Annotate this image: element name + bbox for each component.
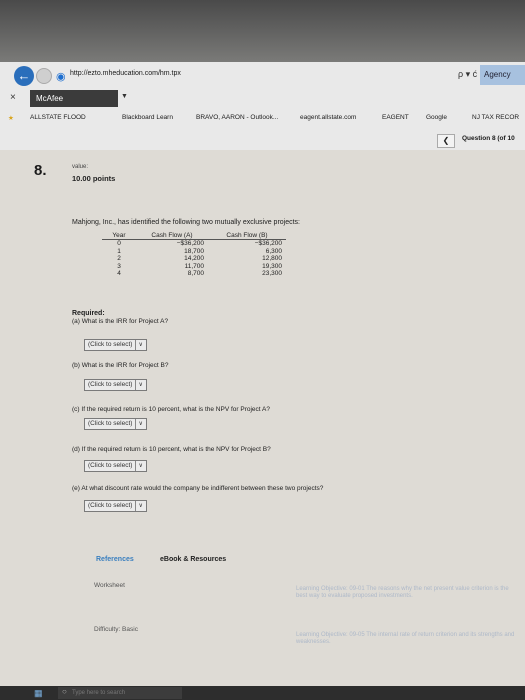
favorite-item[interactable]: NJ TAX RECOR bbox=[472, 114, 519, 121]
table-row: 1 18,700 6,300 bbox=[102, 248, 286, 256]
table-cell: 23,300 bbox=[262, 270, 282, 278]
chevron-down-icon: ∨ bbox=[135, 461, 143, 471]
photo-frame-top bbox=[0, 0, 525, 62]
favorites-star-icon[interactable]: ★ bbox=[8, 114, 14, 122]
part-e-text: (e) At what discount rate would the comp… bbox=[72, 485, 324, 492]
table-cell: 11,700 bbox=[184, 262, 204, 270]
part-d-select[interactable]: (Click to select) ∨ bbox=[84, 460, 147, 472]
search-icon: ○ bbox=[62, 687, 67, 696]
points-value: 10.00 points bbox=[72, 174, 116, 183]
table-cell: 0 bbox=[117, 240, 121, 247]
value-label: value: bbox=[72, 164, 89, 170]
select-value: (Click to select) bbox=[88, 381, 133, 388]
learning-objective-1: Learning Objective: 09-01 The reasons wh… bbox=[296, 586, 509, 599]
chevron-down-icon: ∨ bbox=[135, 340, 143, 350]
column-header: Year bbox=[102, 232, 136, 240]
favorites-bar: ★ ALLSTATE FLOOD Blackboard Learn BRAVO,… bbox=[0, 110, 525, 130]
table-cell: 19,300 bbox=[262, 262, 282, 270]
search-placeholder: Type here to search bbox=[72, 690, 126, 696]
close-icon[interactable]: × bbox=[10, 92, 16, 103]
tab-agency[interactable]: Agency bbox=[480, 65, 525, 85]
taskbar-search-input[interactable]: Type here to search bbox=[58, 687, 182, 699]
forward-arrow-icon[interactable] bbox=[36, 68, 52, 84]
table-row: 4 8,700 23,300 bbox=[102, 270, 286, 278]
chevron-down-icon: ∨ bbox=[135, 419, 143, 429]
select-value: (Click to select) bbox=[88, 462, 133, 469]
table-cell: 4 bbox=[117, 270, 121, 278]
address-bar[interactable]: http://ezto.mheducation.com/hm.tpx bbox=[70, 70, 181, 77]
chevron-down-icon[interactable]: ▼ bbox=[121, 93, 128, 100]
learning-objective-2: Learning Objective: 09-05 The internal r… bbox=[296, 632, 515, 645]
mcafee-label: McAfee bbox=[36, 94, 64, 103]
select-value: (Click to select) bbox=[88, 341, 133, 348]
favorite-item[interactable]: BRAVO, AARON - Outlook... bbox=[196, 114, 278, 121]
search-refresh-controls[interactable]: ρ ▾ ć bbox=[458, 69, 477, 80]
table-cell: 1 bbox=[117, 247, 121, 255]
part-a-text: (a) What is the IRR for Project A? bbox=[72, 318, 169, 325]
difficulty-label: Difficulty: Basic bbox=[94, 626, 138, 633]
part-b-select[interactable]: (Click to select) ∨ bbox=[84, 379, 147, 391]
table-cell: 8,700 bbox=[187, 270, 204, 278]
part-b-text: (b) What is the IRR for Project B? bbox=[72, 362, 169, 369]
select-value: (Click to select) bbox=[88, 420, 133, 427]
browser-chrome: ← ◉ http://ezto.mheducation.com/hm.tpx ρ… bbox=[0, 62, 525, 151]
chevron-down-icon: ∨ bbox=[135, 501, 143, 511]
back-arrow-icon[interactable]: ← bbox=[14, 66, 34, 86]
chevron-down-icon: ∨ bbox=[135, 380, 143, 390]
column-header: Cash Flow (B) bbox=[208, 232, 286, 240]
table-row: 3 11,700 19,300 bbox=[102, 263, 286, 271]
previous-question-button[interactable]: ❮ bbox=[437, 134, 455, 148]
taskbar: ▦ Type here to search ○ bbox=[0, 686, 525, 700]
favorite-item[interactable]: EAGENT bbox=[382, 114, 409, 121]
part-c-select[interactable]: (Click to select) ∨ bbox=[84, 418, 147, 430]
address-row: ← ◉ http://ezto.mheducation.com/hm.tpx ρ… bbox=[0, 62, 525, 90]
cash-flow-table: Year Cash Flow (A) Cash Flow (B) 0 −$36,… bbox=[102, 232, 286, 278]
question-panel: 8. value: 10.00 points Mahjong, Inc., ha… bbox=[0, 150, 525, 686]
table-row: 0 −$36,200 −$36,200 bbox=[102, 240, 286, 248]
table-cell: −$36,200 bbox=[176, 240, 204, 247]
windows-start-icon[interactable]: ▦ bbox=[34, 688, 43, 699]
favorite-item[interactable]: Blackboard Learn bbox=[122, 114, 173, 121]
question-number: 8. bbox=[34, 162, 47, 179]
table-cell: 12,800 bbox=[262, 255, 282, 263]
worksheet-label: Worksheet bbox=[94, 582, 125, 589]
table-cell: 3 bbox=[117, 262, 121, 270]
table-cell: 18,700 bbox=[184, 247, 204, 255]
favorite-item[interactable]: Google bbox=[426, 114, 447, 121]
question-nav-label[interactable]: Question 8 (of 10 bbox=[462, 135, 515, 142]
table-cell: −$36,200 bbox=[254, 240, 282, 247]
ebook-resources-link[interactable]: eBook & Resources bbox=[160, 556, 226, 563]
page-globe-icon: ◉ bbox=[56, 71, 66, 83]
table-cell: 14,200 bbox=[184, 255, 204, 263]
required-label: Required: bbox=[72, 310, 105, 317]
mcafee-toolbar[interactable]: McAfee bbox=[30, 90, 118, 107]
part-d-text: (d) If the required return is 10 percent… bbox=[72, 446, 271, 453]
references-link[interactable]: References bbox=[96, 556, 134, 563]
favorite-item[interactable]: ALLSTATE FLOOD bbox=[30, 114, 86, 121]
table-cell: 2 bbox=[117, 255, 121, 263]
table-header-row: Year Cash Flow (A) Cash Flow (B) bbox=[102, 232, 286, 240]
question-intro: Mahjong, Inc., has identified the follow… bbox=[72, 219, 301, 226]
table-cell: 6,300 bbox=[265, 247, 282, 255]
part-a-select[interactable]: (Click to select) ∨ bbox=[84, 339, 147, 351]
toolbar-row: × McAfee ▼ bbox=[0, 90, 525, 108]
select-value: (Click to select) bbox=[88, 502, 133, 509]
column-header: Cash Flow (A) bbox=[136, 232, 208, 240]
question-nav-row: ❮ Question 8 (of 10 bbox=[0, 132, 525, 150]
favorite-item[interactable]: eagent.allstate.com bbox=[300, 114, 356, 121]
table-row: 2 14,200 12,800 bbox=[102, 255, 286, 263]
part-e-select[interactable]: (Click to select) ∨ bbox=[84, 500, 147, 512]
part-c-text: (c) If the required return is 10 percent… bbox=[72, 406, 270, 413]
